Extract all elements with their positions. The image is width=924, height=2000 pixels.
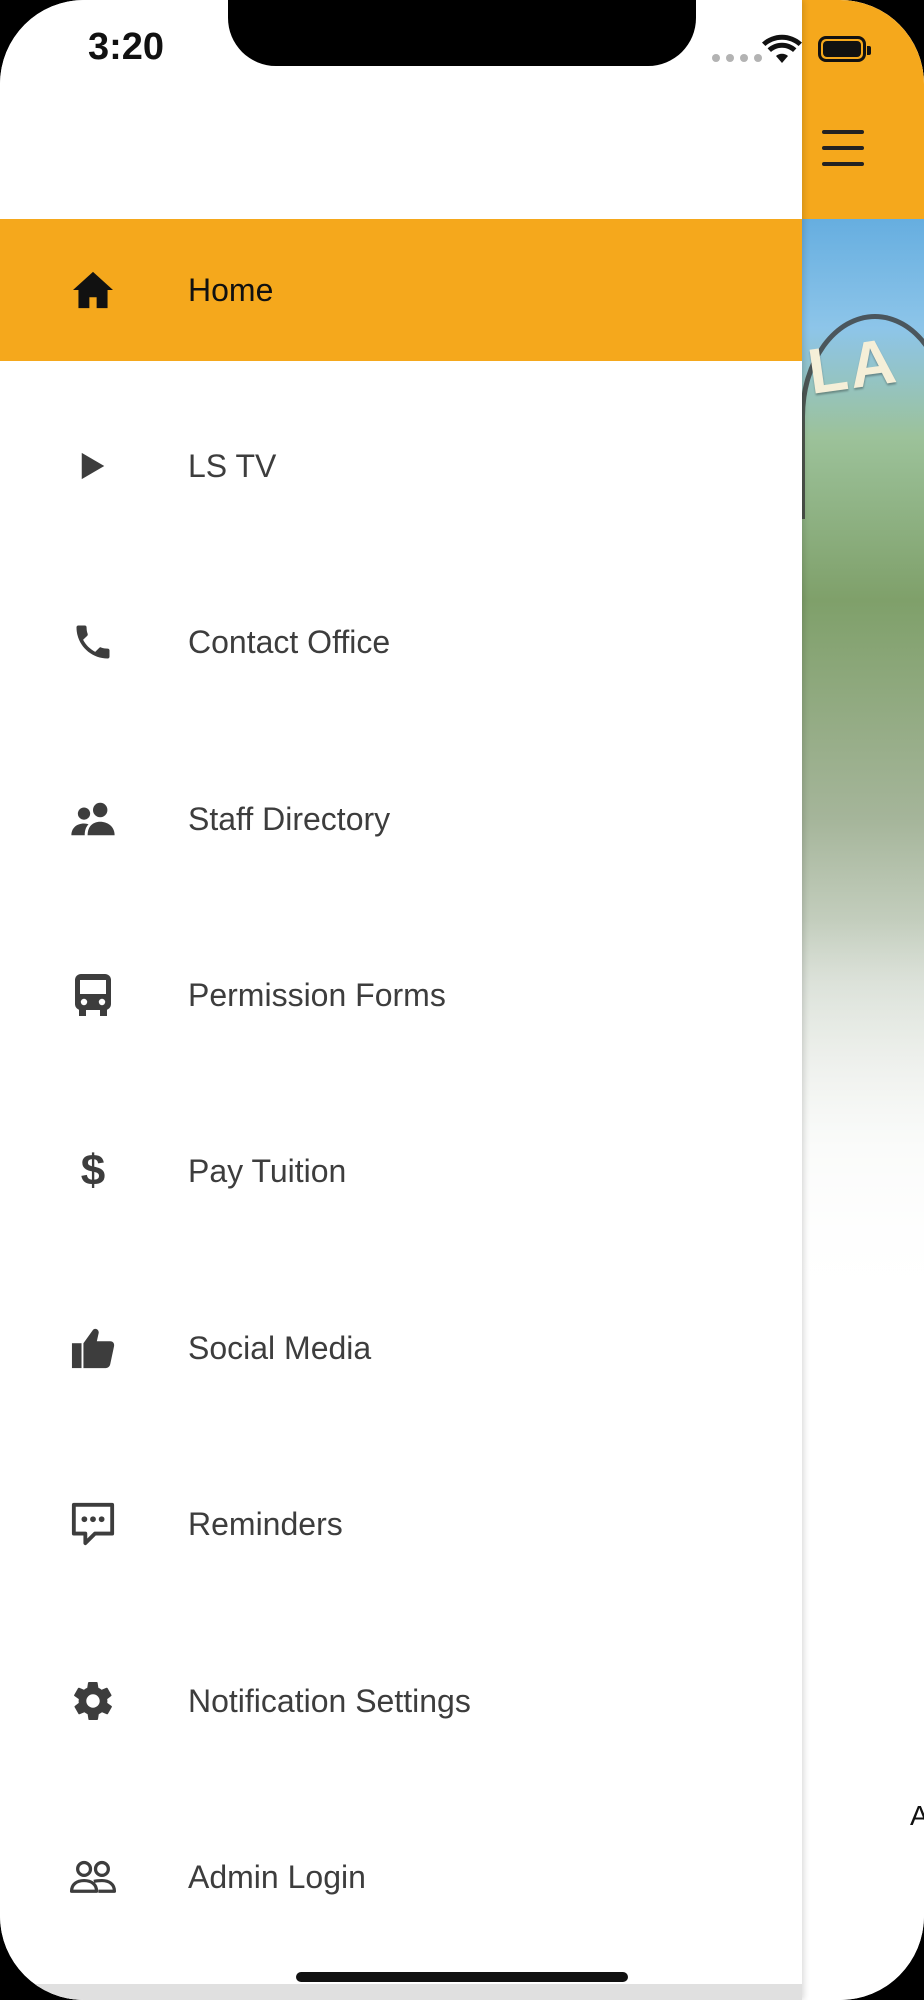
- home-indicator[interactable]: [296, 1972, 628, 1982]
- menu-item-label: Notification Settings: [188, 1682, 471, 1719]
- menu-line-icon: [822, 130, 864, 134]
- menu-item-label: Pay Tuition: [188, 1152, 347, 1189]
- dollar-icon: $: [68, 1146, 118, 1196]
- menu-item-label: Home: [188, 271, 274, 308]
- hamburger-menu-button[interactable]: [822, 130, 864, 166]
- gear-icon: [68, 1676, 118, 1726]
- menu-item-contact-office[interactable]: Contact Office: [0, 571, 802, 713]
- battery-icon: [818, 36, 871, 62]
- play-icon: [68, 441, 118, 491]
- peek-text: A: [910, 1800, 924, 1831]
- people-icon: [68, 794, 118, 844]
- admin-users-icon: [68, 1852, 118, 1902]
- navigation-drawer: Home LS TV Contact Office Staff Director…: [0, 0, 802, 2000]
- svg-text:$: $: [81, 1147, 105, 1195]
- phone-icon: [68, 617, 118, 667]
- bus-icon: [68, 970, 118, 1020]
- wifi-icon: [762, 34, 802, 69]
- menu-item-pay-tuition[interactable]: $ Pay Tuition: [0, 1100, 802, 1242]
- menu-item-label: Social Media: [188, 1329, 372, 1366]
- menu-item-label: Permission Forms: [188, 976, 446, 1013]
- menu-item-ls-tv[interactable]: LS TV: [0, 395, 802, 537]
- menu-line-icon: [822, 162, 864, 166]
- menu-item-reminders[interactable]: Reminders: [0, 1453, 802, 1595]
- menu-item-social-media[interactable]: Social Media: [0, 1277, 802, 1419]
- phone-screen: LA A Home LS TV Contact Office Staff Dir…: [0, 0, 924, 2000]
- hero-sign-text: LA: [803, 324, 902, 408]
- menu-item-home[interactable]: Home: [0, 219, 802, 361]
- home-icon: [68, 265, 118, 315]
- menu-item-label: LS TV: [188, 447, 277, 484]
- status-time: 3:20: [88, 26, 165, 68]
- status-bar: 3:20: [0, 0, 924, 110]
- menu-item-admin-login[interactable]: Admin Login: [0, 1806, 802, 1948]
- hero-image: LA: [800, 219, 924, 1309]
- menu-item-label: Staff Directory: [188, 800, 391, 837]
- menu-item-permission-forms[interactable]: Permission Forms: [0, 924, 802, 1066]
- menu-item-staff-directory[interactable]: Staff Directory: [0, 748, 802, 890]
- device-notch: [228, 0, 696, 66]
- app-main-view: LA A: [800, 0, 924, 2000]
- thumbs-up-icon: [68, 1323, 118, 1373]
- menu-line-icon: [822, 146, 864, 150]
- menu-item-label: Admin Login: [188, 1858, 366, 1895]
- cellular-signal-icon: [712, 54, 762, 62]
- menu-item-label: Contact Office: [188, 623, 391, 660]
- menu-item-label: Reminders: [188, 1505, 343, 1542]
- menu-item-notification-settings[interactable]: Notification Settings: [0, 1630, 802, 1772]
- chat-bubble-icon: [68, 1499, 118, 1549]
